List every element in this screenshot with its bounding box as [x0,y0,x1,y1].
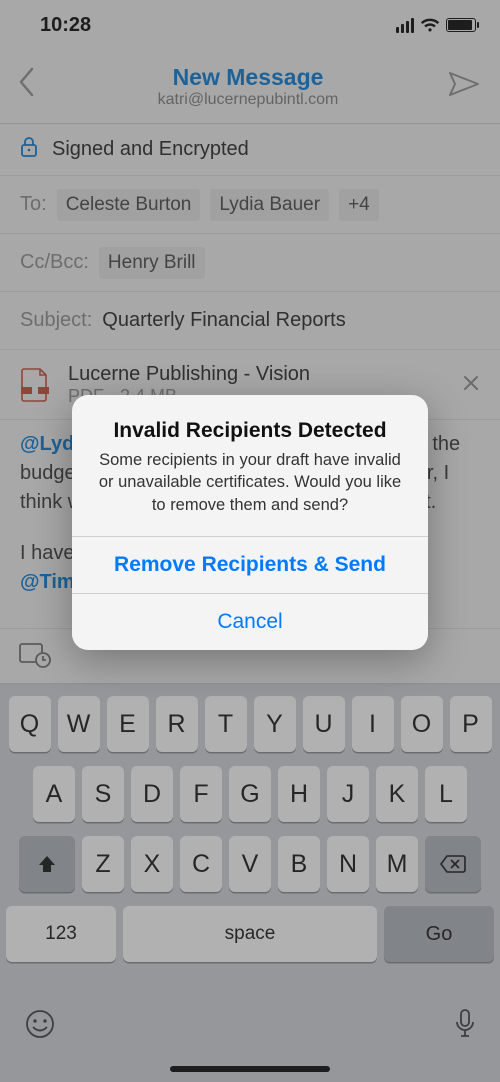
alert-message: Some recipients in your draft have inval… [94,449,406,516]
alert-title: Invalid Recipients Detected [94,419,406,443]
alert-dialog: Invalid Recipients Detected Some recipie… [72,395,428,650]
remove-recipients-and-send-button[interactable]: Remove Recipients & Send [72,536,428,593]
cancel-button[interactable]: Cancel [72,593,428,650]
